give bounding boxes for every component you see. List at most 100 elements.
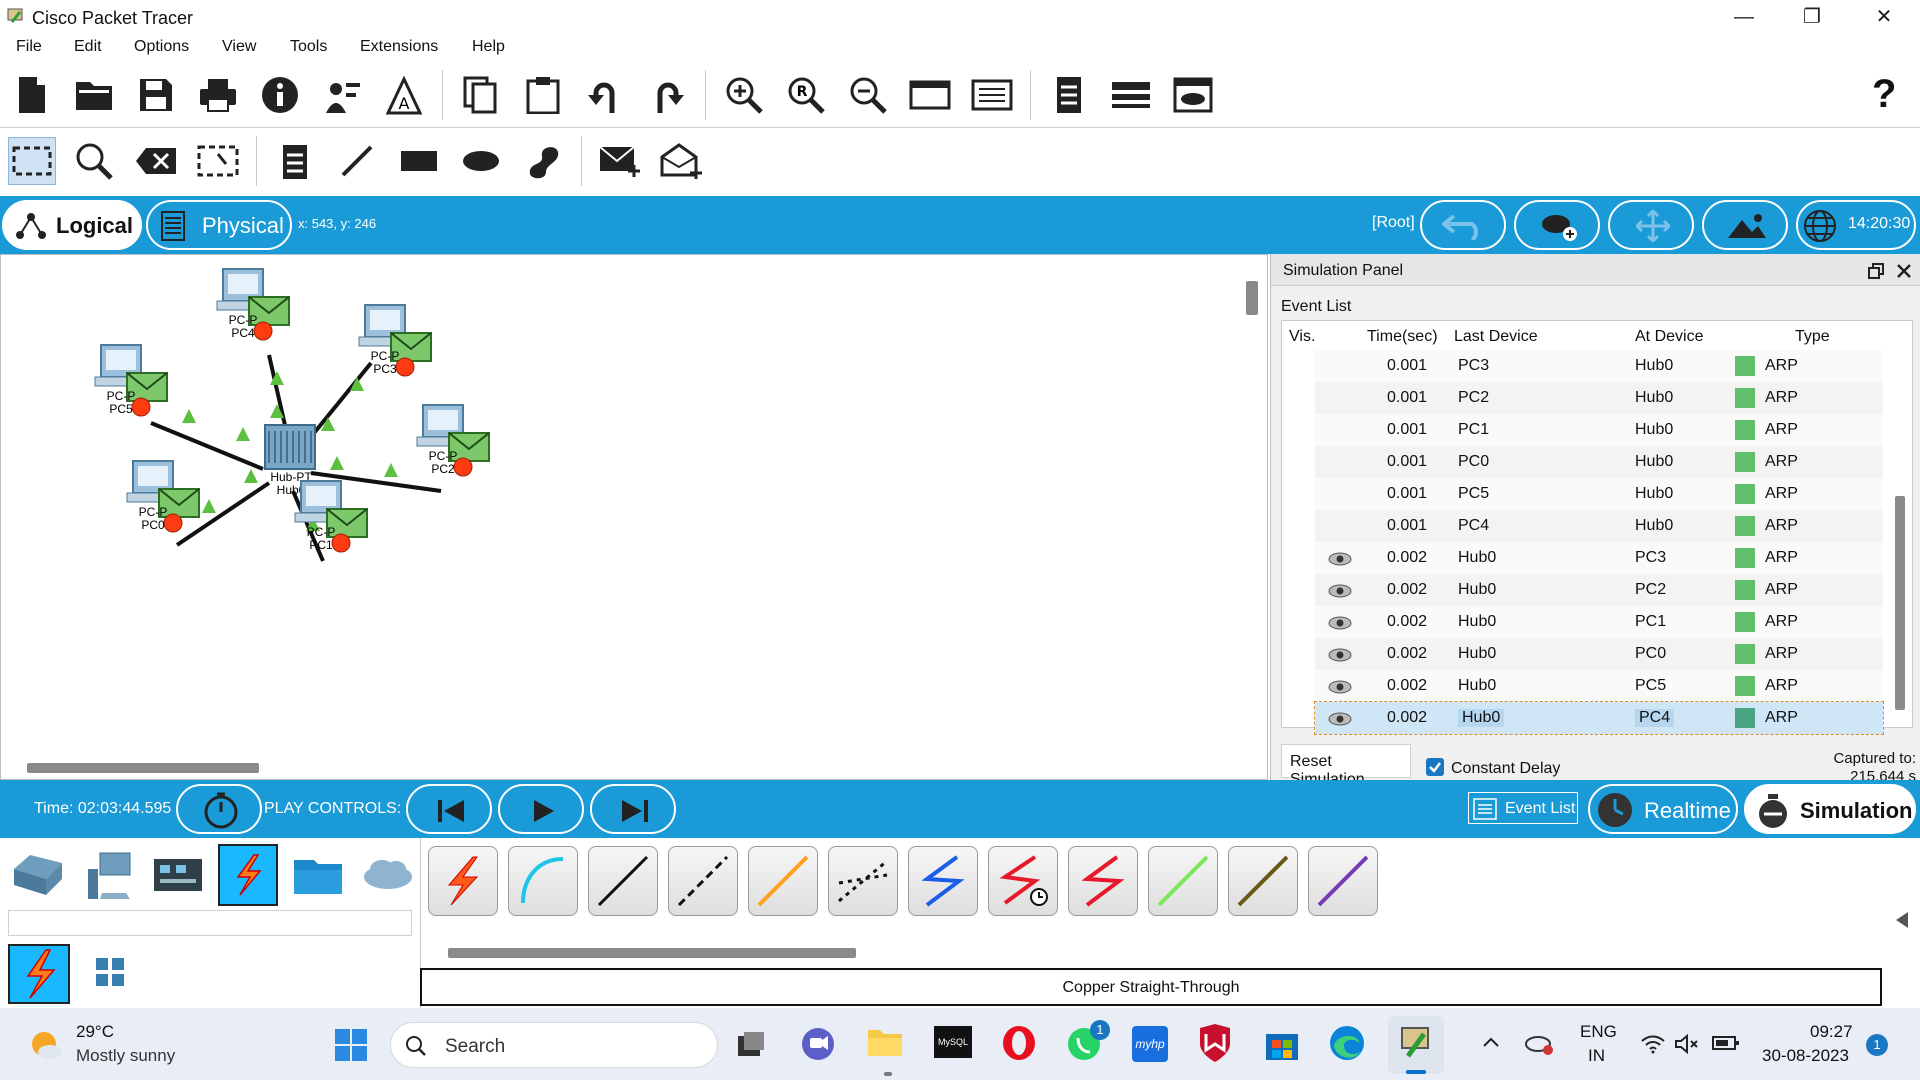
end-devices-icon[interactable] bbox=[78, 844, 138, 906]
logical-workspace[interactable]: Hub-PT Hub0 PC-P PC4 PC-P PC3 PC-P PC5 PC-P PC2… bbox=[0, 254, 1268, 780]
print-icon[interactable] bbox=[194, 71, 242, 119]
inspect-icon[interactable] bbox=[70, 137, 118, 185]
cable-copper-straight-through[interactable] bbox=[588, 846, 658, 916]
place-note-icon[interactable] bbox=[271, 137, 319, 185]
network-info-icon[interactable] bbox=[1107, 71, 1155, 119]
select-icon[interactable] bbox=[8, 137, 56, 185]
teams-chat-icon[interactable] bbox=[800, 1026, 836, 1062]
copper-connection-icon[interactable] bbox=[8, 944, 70, 1004]
pc-device[interactable]: PC-PPC0 bbox=[126, 460, 200, 533]
connections-icon[interactable] bbox=[218, 844, 278, 906]
cable-usb[interactable] bbox=[1308, 846, 1378, 916]
event-row[interactable]: 0.002 Hub0 PC3 ARP bbox=[1315, 542, 1883, 574]
redo-icon[interactable] bbox=[643, 71, 691, 119]
myhp-icon[interactable]: myhp bbox=[1132, 1026, 1168, 1062]
edge-browser-icon[interactable] bbox=[1328, 1024, 1366, 1062]
menu-tools[interactable]: Tools bbox=[290, 38, 327, 56]
eye-visibility-icon[interactable] bbox=[1327, 583, 1353, 599]
pc-device[interactable]: PC-PPC2 bbox=[416, 404, 490, 477]
eye-visibility-icon[interactable] bbox=[1327, 615, 1353, 631]
custom-device-icon[interactable]: A bbox=[380, 71, 428, 119]
components-icon[interactable] bbox=[148, 844, 208, 906]
multiuser-cloud-icon[interactable] bbox=[358, 844, 418, 906]
pc-device[interactable]: PC-PPC1 bbox=[294, 480, 368, 553]
file-explorer-icon[interactable] bbox=[866, 1026, 904, 1058]
workspace-vertical-scrollbar[interactable] bbox=[1246, 281, 1258, 315]
zoom-out-icon[interactable] bbox=[844, 71, 892, 119]
eye-visibility-icon[interactable] bbox=[1327, 679, 1353, 695]
event-row[interactable]: 0.001 PC4 Hub0 ARP bbox=[1315, 510, 1883, 542]
save-icon[interactable] bbox=[132, 71, 180, 119]
help-icon[interactable]: ? bbox=[1872, 72, 1896, 117]
tab-logical[interactable]: Logical bbox=[2, 200, 142, 250]
miscellaneous-icon[interactable] bbox=[288, 844, 348, 906]
draw-line-icon[interactable] bbox=[333, 137, 381, 185]
language-indicator[interactable]: ENG bbox=[1580, 1022, 1617, 1042]
event-row[interactable]: 0.001 PC1 Hub0 ARP bbox=[1315, 414, 1883, 446]
task-view-icon[interactable] bbox=[736, 1030, 766, 1058]
eye-visibility-icon[interactable] bbox=[1327, 551, 1353, 567]
cable-serial-dce[interactable] bbox=[988, 846, 1058, 916]
menu-file[interactable]: File bbox=[16, 38, 42, 56]
draw-rectangle-icon[interactable] bbox=[395, 137, 443, 185]
info-icon[interactable] bbox=[256, 71, 304, 119]
event-row[interactable]: 0.001 PC5 Hub0 ARP bbox=[1315, 478, 1883, 510]
system-date[interactable]: 30-08-2023 bbox=[1762, 1046, 1849, 1066]
new-file-icon[interactable] bbox=[8, 71, 56, 119]
menu-help[interactable]: Help bbox=[472, 38, 505, 56]
packet-tracer-taskbar-button[interactable] bbox=[1388, 1016, 1444, 1074]
copy-icon[interactable] bbox=[457, 71, 505, 119]
col-vis[interactable]: Vis. bbox=[1289, 328, 1315, 346]
root-breadcrumb[interactable]: [Root] bbox=[1372, 214, 1415, 232]
cable-automatic[interactable] bbox=[428, 846, 498, 916]
event-row[interactable]: 0.001 PC2 Hub0 ARP bbox=[1315, 382, 1883, 414]
simulation-mode-button[interactable]: Simulation bbox=[1744, 784, 1916, 834]
close-button[interactable]: ✕ bbox=[1856, 4, 1912, 30]
maximize-button[interactable]: ❐ bbox=[1784, 4, 1840, 30]
event-row[interactable]: 0.002 Hub0 PC2 ARP bbox=[1315, 574, 1883, 606]
undock-icon[interactable] bbox=[1867, 262, 1885, 280]
grid-view-icon[interactable] bbox=[94, 956, 126, 993]
topology-canvas[interactable]: Hub-PT Hub0 PC-PPC4PC-PPC3PC-PPC5PC-PPC2… bbox=[1, 255, 1267, 779]
viewport-clock[interactable]: 14:20:30 bbox=[1796, 200, 1916, 250]
activity-wizard-icon[interactable] bbox=[318, 71, 366, 119]
event-row[interactable]: 0.002 Hub0 PC0 ARP bbox=[1315, 638, 1883, 670]
zoom-reset-icon[interactable]: R bbox=[782, 71, 830, 119]
cable-coaxial[interactable] bbox=[908, 846, 978, 916]
reset-simulation-button[interactable]: Reset Simulation bbox=[1281, 744, 1411, 788]
taskbar-search-box[interactable]: Search bbox=[390, 1022, 718, 1068]
undo-icon[interactable] bbox=[581, 71, 629, 119]
windows-start-icon[interactable] bbox=[334, 1028, 368, 1062]
realtime-mode-button[interactable]: Realtime bbox=[1588, 784, 1738, 834]
collapse-arrow-icon[interactable] bbox=[1894, 910, 1910, 930]
pc-device[interactable]: PC-PPC5 bbox=[94, 344, 168, 417]
mcafee-icon[interactable] bbox=[1198, 1024, 1232, 1062]
col-type[interactable]: Type bbox=[1795, 328, 1830, 346]
volume-muted-icon[interactable] bbox=[1674, 1034, 1700, 1054]
constant-delay-checkbox[interactable] bbox=[1426, 758, 1444, 776]
microsoft-store-icon[interactable] bbox=[1264, 1026, 1300, 1062]
workspace-horizontal-scrollbar[interactable] bbox=[27, 763, 259, 773]
menu-edit[interactable]: Edit bbox=[74, 38, 102, 56]
set-background-button[interactable] bbox=[1702, 200, 1788, 250]
play-button[interactable] bbox=[498, 784, 584, 834]
menu-view[interactable]: View bbox=[222, 38, 256, 56]
eye-visibility-icon[interactable] bbox=[1327, 711, 1353, 727]
notes-icon[interactable] bbox=[1045, 71, 1093, 119]
event-row[interactable]: 0.002 Hub0 PC4 ARP bbox=[1314, 701, 1884, 735]
mysql-icon[interactable]: MySQL bbox=[934, 1026, 972, 1058]
event-row[interactable]: 0.002 Hub0 PC1 ARP bbox=[1315, 606, 1883, 638]
system-time[interactable]: 09:27 bbox=[1810, 1022, 1853, 1042]
freeform-icon[interactable] bbox=[519, 137, 567, 185]
opera-icon[interactable] bbox=[1000, 1024, 1038, 1062]
menu-options[interactable]: Options bbox=[134, 38, 189, 56]
eye-visibility-icon[interactable] bbox=[1327, 647, 1353, 663]
cable-console[interactable] bbox=[508, 846, 578, 916]
delete-icon[interactable] bbox=[132, 137, 180, 185]
close-panel-icon[interactable] bbox=[1895, 262, 1913, 280]
event-row[interactable]: 0.002 Hub0 PC5 ARP bbox=[1315, 670, 1883, 702]
draw-ellipse-icon[interactable] bbox=[457, 137, 505, 185]
wifi-icon[interactable] bbox=[1640, 1034, 1666, 1054]
resize-shape-icon[interactable] bbox=[194, 137, 242, 185]
move-object-button[interactable] bbox=[1608, 200, 1694, 250]
